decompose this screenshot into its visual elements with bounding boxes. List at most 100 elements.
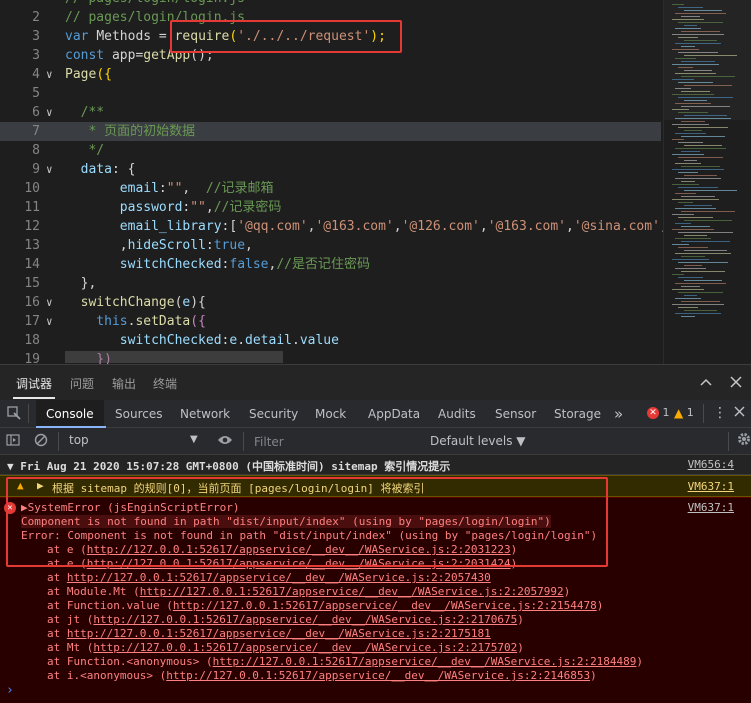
code-editor[interactable]: // pages/login/login.js2// pages/login/l… [0, 0, 751, 364]
code-line[interactable]: 13 ,hideScroll:true, [0, 236, 661, 255]
stack-frame-function: at Module.Mt ( [47, 585, 140, 598]
tab-network[interactable]: Network [180, 400, 230, 428]
code-line[interactable]: 18 switchChecked:e.detail.value [0, 331, 661, 350]
code-line[interactable]: 4 ∨ Page({ [0, 65, 661, 84]
tab-console[interactable]: Console [36, 400, 104, 428]
maximize-panel-icon[interactable] [700, 374, 712, 392]
close-devtools-icon[interactable] [734, 406, 745, 420]
stack-frame-link[interactable]: http://127.0.0.1:52617/appservice/__dev_… [93, 613, 517, 626]
horizontal-scrollbar[interactable] [65, 351, 283, 363]
tab-storage[interactable]: Storage [554, 400, 601, 428]
tab-debugger[interactable]: 调试器 [16, 375, 52, 392]
fold-chevron-icon[interactable]: ∨ [46, 65, 53, 84]
minimap-line [678, 202, 693, 203]
code-token: , [393, 219, 402, 234]
line-number: 10 [24, 181, 40, 196]
fold-chevron-icon[interactable]: ∨ [46, 293, 53, 312]
fold-chevron-icon[interactable]: ∨ [46, 103, 53, 122]
minimap-line [678, 187, 718, 188]
console-prompt[interactable]: › [6, 683, 14, 698]
minimap-line [675, 103, 711, 104]
gear-icon[interactable] [737, 432, 751, 450]
stack-frame-link[interactable]: http://127.0.0.1:52617/appservice/__dev_… [213, 655, 637, 668]
code-lines[interactable]: // pages/login/login.js2// pages/login/l… [0, 0, 676, 364]
minimap-line [672, 229, 714, 230]
error-count-badge[interactable]: ✕ 1 [647, 406, 670, 419]
stack-frame-function: at Function.value ( [47, 599, 173, 612]
tab-sensor[interactable]: Sensor [495, 400, 536, 428]
filter-input[interactable] [250, 431, 420, 452]
minimap-line [675, 298, 701, 299]
stack-frame-link[interactable]: http://127.0.0.1:52617/appservice/__dev_… [166, 669, 590, 682]
eye-icon[interactable] [217, 434, 233, 450]
code-text: switchChecked:e.detail.value [65, 331, 339, 350]
code-line[interactable]: 10 email:"", //记录邮箱 [0, 179, 661, 198]
fold-chevron-icon[interactable]: ∨ [46, 312, 53, 331]
warning-count-badge[interactable]: ▲ 1 [674, 406, 694, 420]
code-line[interactable]: 7 * 页面的初始数据 [0, 122, 661, 141]
code-line[interactable]: 8 */ [0, 141, 661, 160]
stack-frame-link[interactable]: http://127.0.0.1:52617/appservice/__dev_… [67, 627, 491, 640]
code-token: switchChange [65, 295, 175, 310]
stack-frame-link[interactable]: http://127.0.0.1:52617/appservice/__dev_… [173, 599, 597, 612]
code-line[interactable]: 5 [0, 84, 661, 103]
tab-problems[interactable]: 问题 [70, 375, 94, 392]
minimap-line [675, 253, 731, 254]
line-number: 19 [24, 352, 40, 364]
stack-frame-link[interactable]: http://127.0.0.1:52617/appservice/__dev_… [67, 571, 491, 584]
kebab-menu-icon[interactable]: ⋮ [713, 405, 727, 421]
stack-frame-link[interactable]: http://127.0.0.1:52617/appservice/__dev_… [93, 641, 517, 654]
more-tabs-button[interactable]: » [614, 400, 623, 428]
line-number: 11 [24, 200, 40, 215]
code-token: "" [166, 181, 183, 196]
code-line[interactable]: 9 ∨ data: { [0, 160, 661, 179]
tab-terminal[interactable]: 终端 [153, 375, 177, 392]
tab-sources[interactable]: Sources [115, 400, 162, 428]
chevron-down-icon[interactable]: ▼ [190, 434, 198, 445]
stack-frame-link[interactable]: http://127.0.0.1:52617/appservice/__dev_… [140, 585, 564, 598]
code-token: switchChecked [65, 257, 222, 272]
code-line[interactable]: 14 switchChecked:false,//是否记住密码 [0, 255, 661, 274]
code-token: /** [65, 105, 105, 120]
close-panel-icon[interactable] [730, 374, 742, 392]
code-token: // pages/login/login.js [65, 0, 245, 6]
inspect-element-icon[interactable] [7, 406, 21, 424]
tab-mock[interactable]: Mock [315, 400, 346, 428]
code-line[interactable]: // pages/login/login.js [0, 0, 661, 8]
minimap[interactable] [663, 0, 751, 364]
line-number: 5 [32, 86, 40, 101]
tab-appdata[interactable]: AppData [368, 400, 420, 428]
tab-output[interactable]: 输出 [112, 375, 136, 392]
source-link[interactable]: VM656:4 [688, 458, 734, 471]
log-levels-dropdown[interactable]: Default levels ▼ [430, 434, 526, 448]
source-link[interactable]: VM637:1 [688, 501, 734, 514]
log-group-header[interactable]: ▼ Fri Aug 21 2020 15:07:28 GMT+0800 (中国标… [0, 455, 751, 475]
console-output[interactable]: ▼ Fri Aug 21 2020 15:07:28 GMT+0800 (中国标… [0, 455, 751, 703]
stack-frame: at Module.Mt (http://127.0.0.1:52617/app… [47, 585, 570, 598]
minimap-viewport[interactable] [664, 0, 751, 120]
code-line[interactable]: 12 email_library:['@qq.com','@163.com','… [0, 217, 675, 236]
code-line[interactable]: 11 password:"",//记录密码 [0, 198, 661, 217]
stack-frame: at i.<anonymous> (http://127.0.0.1:52617… [47, 669, 597, 682]
tab-security[interactable]: Security [249, 400, 298, 428]
line-number: 7 [32, 124, 40, 139]
code-text: Page({ [65, 65, 112, 84]
minimap-line [684, 145, 722, 146]
code-token: '@sina.com' [573, 219, 660, 234]
tab-audits[interactable]: Audits [438, 400, 476, 428]
stack-frame: at Mt (http://127.0.0.1:52617/appservice… [47, 641, 524, 654]
clear-console-icon[interactable] [34, 433, 48, 451]
stack-frame-suffix: ) [636, 655, 644, 668]
fold-chevron-icon[interactable]: ∨ [46, 160, 53, 179]
line-number: 13 [24, 238, 40, 253]
minimap-line [678, 37, 698, 38]
minimap-line [681, 256, 705, 257]
code-line[interactable]: 15 }, [0, 274, 661, 293]
code-line[interactable]: 6 ∨ /** [0, 103, 661, 122]
code-line[interactable]: 17 ∨ this.setData({ [0, 312, 661, 331]
code-line[interactable]: 16 ∨ switchChange(e){ [0, 293, 661, 312]
code-text: switchChecked:false,//是否记住密码 [65, 255, 370, 274]
context-selector[interactable]: top [69, 433, 199, 447]
source-link[interactable]: VM637:1 [688, 480, 734, 493]
sidebar-toggle-icon[interactable] [6, 433, 20, 451]
